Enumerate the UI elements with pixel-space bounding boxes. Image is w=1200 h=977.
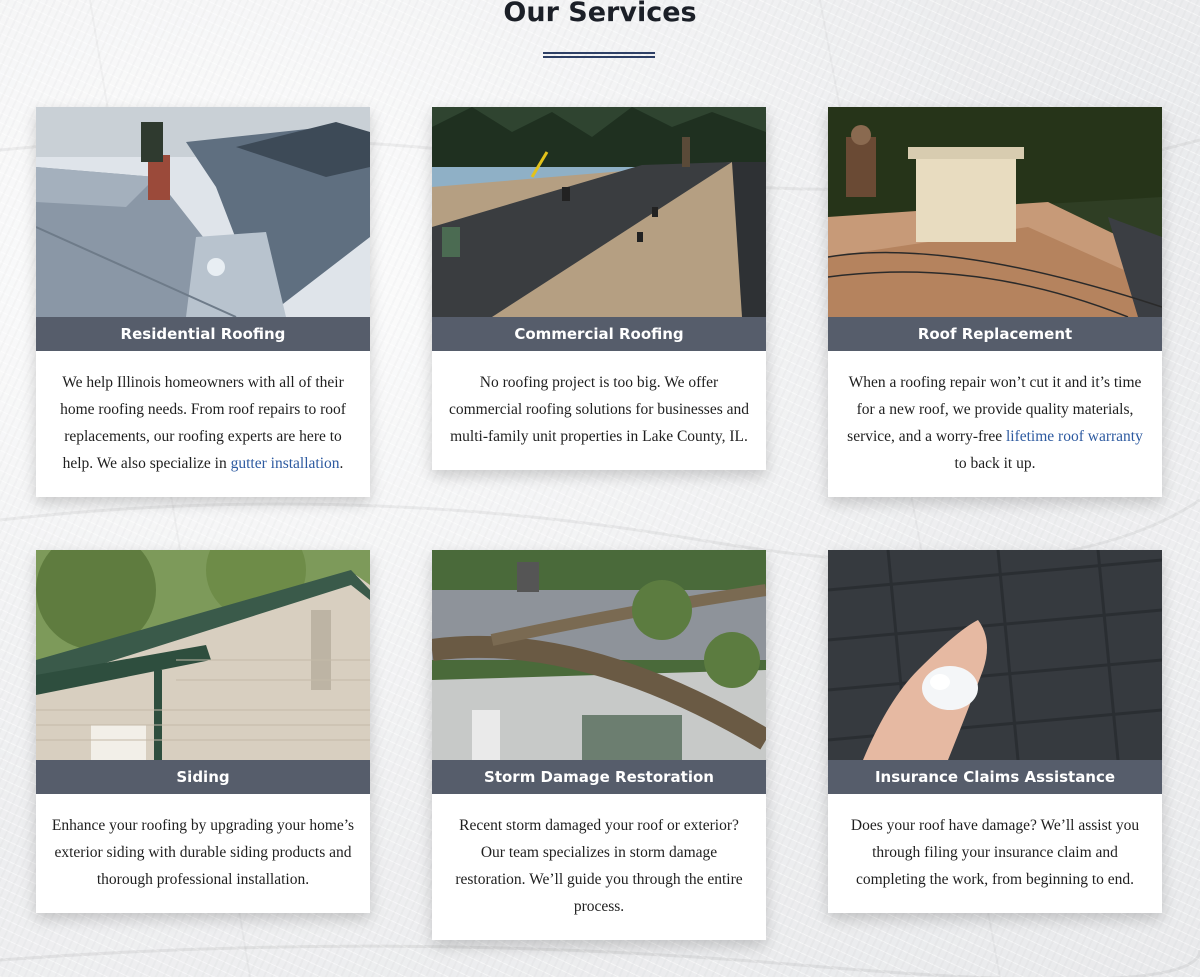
storm-damage-image[interactable]	[432, 550, 766, 760]
insurance-claims-image[interactable]	[828, 550, 1162, 760]
section-title: Our Services	[503, 0, 697, 28]
commercial-roofing-description: No roofing project is too big. We offer …	[432, 351, 766, 470]
residential-roofing-image[interactable]	[36, 107, 370, 317]
service-card-residential-roofing[interactable]: Residential Roofing We help Illinois hom…	[36, 107, 370, 497]
service-card-insurance-claims-assistance[interactable]: Insurance Claims Assistance Does your ro…	[828, 550, 1162, 913]
residential-roofing-title[interactable]: Residential Roofing	[36, 317, 370, 351]
roof-replacement-text-end: to back it up.	[954, 455, 1036, 472]
residential-roofing-text-end: .	[339, 455, 344, 472]
insurance-claims-assistance-description: Does your roof have damage? We’ll assist…	[828, 794, 1162, 913]
gutter-installation-link[interactable]: gutter installation	[231, 455, 340, 472]
insurance-claims-assistance-text: Does your roof have damage? We’ll assist…	[850, 817, 1140, 888]
siding-description: Enhance your roofing by upgrading your h…	[36, 794, 370, 913]
lifetime-roof-warranty-link[interactable]: lifetime roof warranty	[1006, 428, 1143, 445]
commercial-roofing-title[interactable]: Commercial Roofing	[432, 317, 766, 351]
siding-title[interactable]: Siding	[36, 760, 370, 794]
insurance-claims-assistance-title[interactable]: Insurance Claims Assistance	[828, 760, 1162, 794]
commercial-roofing-text: No roofing project is too big. We offer …	[448, 374, 750, 445]
service-card-siding[interactable]: Siding Enhance your roofing by upgrading…	[36, 550, 370, 913]
storm-damage-restoration-text: Recent storm damaged your roof or exteri…	[455, 817, 743, 915]
title-underline	[543, 52, 655, 58]
residential-roofing-description: We help Illinois homeowners with all of …	[36, 351, 370, 497]
service-card-storm-damage-restoration[interactable]: Storm Damage Restoration Recent storm da…	[432, 550, 766, 940]
service-card-roof-replacement[interactable]: Roof Replacement When a roofing repair w…	[828, 107, 1162, 497]
siding-text: Enhance your roofing by upgrading your h…	[51, 817, 355, 888]
roof-replacement-description: When a roofing repair won’t cut it and i…	[828, 351, 1162, 497]
roof-replacement-title[interactable]: Roof Replacement	[828, 317, 1162, 351]
service-card-commercial-roofing[interactable]: Commercial Roofing No roofing project is…	[432, 107, 766, 470]
storm-damage-restoration-description: Recent storm damaged your roof or exteri…	[432, 794, 766, 940]
siding-image[interactable]	[36, 550, 370, 760]
commercial-roofing-image[interactable]	[432, 107, 766, 317]
storm-damage-restoration-title[interactable]: Storm Damage Restoration	[432, 760, 766, 794]
roof-replacement-image[interactable]	[828, 107, 1162, 317]
